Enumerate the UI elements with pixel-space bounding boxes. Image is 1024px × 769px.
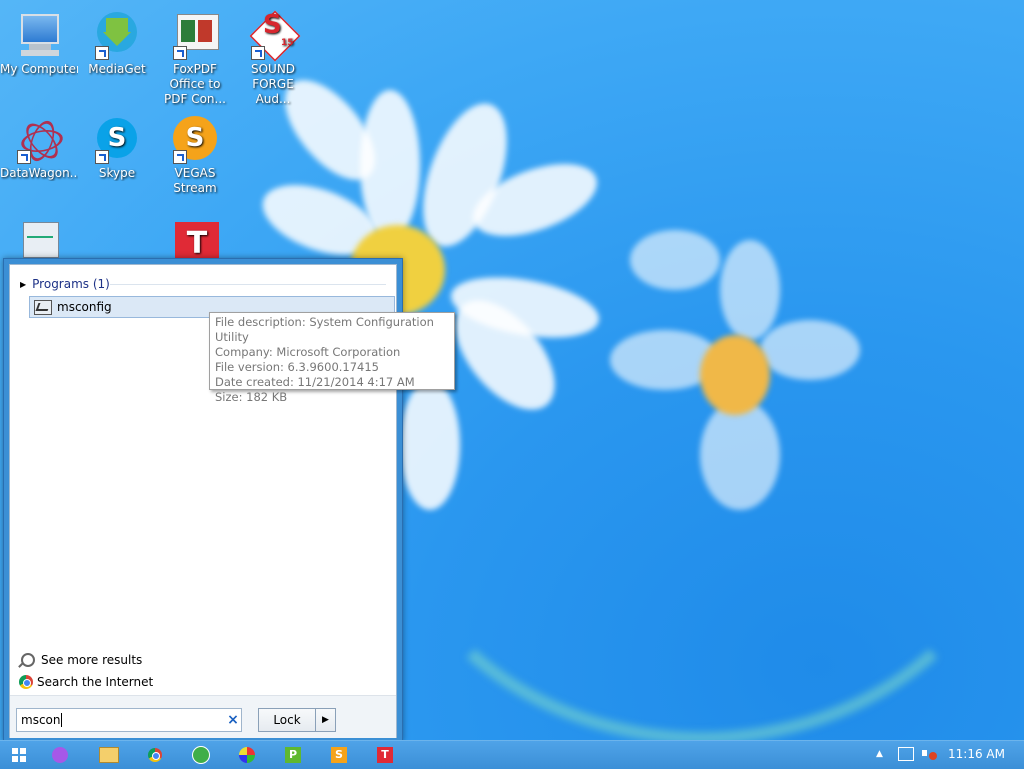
text-caret <box>60 713 62 728</box>
desktop-icon-label: My Computer <box>0 62 78 76</box>
chrome-icon <box>148 748 162 762</box>
computer-icon <box>15 12 63 60</box>
taskbar-app-chrome[interactable] <box>144 744 166 766</box>
see-more-results-link[interactable]: See more results <box>19 649 153 671</box>
desktop-icon-label: Skype <box>98 166 136 180</box>
desktop-icon-my-computer[interactable]: My Computer <box>0 6 78 77</box>
t-app-icon: T <box>377 747 393 763</box>
version-badge: 15 <box>281 38 294 48</box>
search-input[interactable]: mscon × <box>16 708 242 732</box>
power-button-group: Lock ▶ <box>258 708 336 732</box>
search-input-text: mscon <box>21 712 61 727</box>
taskbar-app-green-e[interactable] <box>190 744 212 766</box>
network-icon[interactable] <box>898 747 914 761</box>
tooltip-line: Size: 182 KB <box>215 390 288 404</box>
desktop-icon-foxpdf[interactable]: FoxPDF Office to PDF Con... <box>156 6 234 107</box>
skype-icon: S <box>93 116 141 164</box>
s-app-icon: S <box>331 747 347 763</box>
shortcut-arrow-icon <box>95 150 109 164</box>
msconfig-icon <box>34 299 52 315</box>
divider <box>110 284 386 285</box>
clear-search-icon[interactable]: × <box>225 712 241 728</box>
desktop-icon-label: DataWagon... <box>0 166 78 180</box>
tray-expand-arrow-icon[interactable]: ▲ <box>876 749 883 759</box>
lock-button[interactable]: Lock <box>259 709 316 731</box>
desktop-icon-label: SOUND FORGE Aud... <box>250 62 296 106</box>
speaker-muted-icon[interactable] <box>922 747 937 760</box>
green-e-icon <box>192 746 210 764</box>
shortcut-arrow-icon <box>95 46 109 60</box>
desktop-icon-vegas-stream[interactable]: S VEGAS Stream <box>156 110 234 196</box>
taskbar-app-s[interactable]: S <box>328 744 350 766</box>
wallpaper-petal <box>760 320 860 380</box>
shortcut-arrow-icon <box>17 150 31 164</box>
tooltip-line: Company: Microsoft Corporation <box>215 345 401 359</box>
search-input-value[interactable]: mscon <box>17 713 225 728</box>
expand-triangle-icon: ▶ <box>20 279 27 289</box>
purple-app-icon <box>52 747 68 763</box>
datawagon-icon <box>15 116 65 165</box>
programs-header-label: Programs (1) <box>32 277 110 291</box>
see-more-label: See more results <box>41 653 143 667</box>
sound-forge-icon: S 15 <box>249 10 301 62</box>
file-info-tooltip: File description: System Configuration U… <box>209 312 455 404</box>
p-app-icon: P <box>285 747 301 763</box>
wallpaper-petal <box>700 400 780 510</box>
vegas-stream-icon: S <box>171 116 219 164</box>
tooltip-line: File description: System Configuration U… <box>215 315 434 344</box>
shortcut-arrow-icon <box>251 46 265 60</box>
desktop-icon-label: VEGAS Stream <box>173 166 217 195</box>
file-explorer-icon <box>99 747 119 763</box>
taskbar-app-purple[interactable] <box>49 744 71 766</box>
search-internet-link[interactable]: Search the Internet <box>19 671 153 693</box>
tooltip-line: File version: 6.3.9600.17415 <box>215 360 379 374</box>
desktop-icon-label: MediaGet <box>88 62 146 76</box>
start-button[interactable] <box>8 744 30 766</box>
chrome-icon <box>19 675 33 689</box>
mediaget-icon <box>93 12 141 60</box>
desktop-icon-datawagon[interactable]: DataWagon... <box>0 110 78 181</box>
programs-group-header[interactable]: ▶ Programs (1) <box>20 276 110 292</box>
taskbar-app-color-wheel[interactable] <box>236 744 258 766</box>
shortcut-arrow-icon <box>173 46 187 60</box>
desktop-icon-skype[interactable]: S Skype <box>78 110 156 181</box>
taskbar-app-t[interactable]: T <box>374 744 396 766</box>
search-internet-label: Search the Internet <box>37 675 154 689</box>
shortcut-arrow-icon <box>173 150 187 164</box>
color-wheel-icon <box>239 747 255 763</box>
start-icon <box>12 748 26 762</box>
taskbar: P S T ▲ 11:16 AM <box>0 740 1024 769</box>
search-bar-area: mscon × Lock ▶ <box>10 695 396 738</box>
wallpaper-petal <box>630 230 720 290</box>
search-result-label: msconfig <box>57 300 112 314</box>
taskbar-app-p[interactable]: P <box>282 744 304 766</box>
taskbar-clock[interactable]: 11:16 AM <box>948 747 1005 761</box>
desktop-icon-sound-forge[interactable]: S 15 SOUND FORGE Aud... <box>234 6 312 107</box>
taskbar-app-file-explorer[interactable] <box>98 744 120 766</box>
desktop-icon-label: FoxPDF Office to PDF Con... <box>164 62 226 106</box>
foxpdf-icon <box>171 12 219 60</box>
wallpaper-petal <box>720 240 780 340</box>
wallpaper-flower-center <box>700 335 770 415</box>
power-options-arrow-button[interactable]: ▶ <box>316 709 335 731</box>
tooltip-line: Date created: 11/21/2014 4:17 AM <box>215 375 415 389</box>
more-links: See more results Search the Internet <box>19 649 153 693</box>
desktop-icon-mediaget[interactable]: MediaGet <box>78 6 156 77</box>
magnifier-icon <box>21 653 35 667</box>
